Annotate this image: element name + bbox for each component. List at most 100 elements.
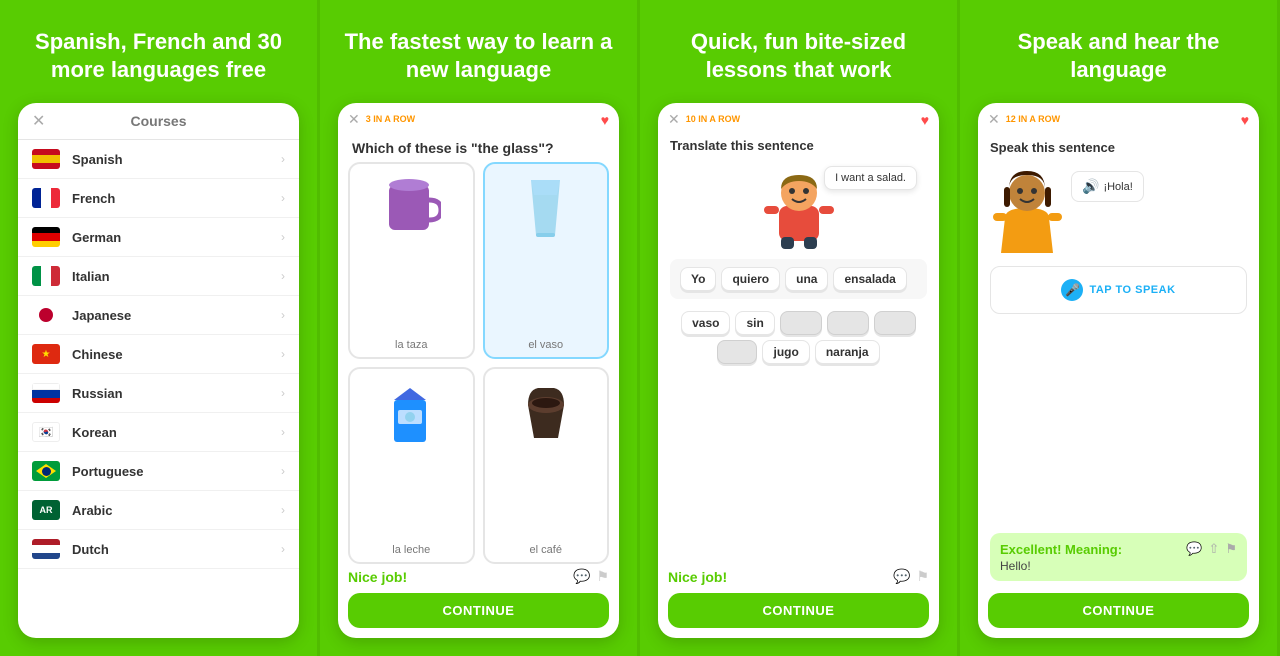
continue-button-3[interactable]: CONTINUE [668, 593, 929, 628]
phone-frame-4: ✕ 12 IN A ROW ♥ Speak this sentence [978, 103, 1259, 638]
course-item-russian[interactable]: Russian › [18, 374, 299, 413]
excellent-meaning: Hello! [1000, 559, 1237, 573]
speak-mic-icon: 🔊 [1082, 178, 1099, 195]
speak-footer: CONTINUE [978, 593, 1259, 638]
tap-to-speak-area[interactable]: 🎤 TAP TO SPEAK [990, 266, 1247, 314]
quiz-option-cup[interactable]: la taza [348, 162, 475, 359]
chat-icon[interactable]: 💬 [573, 568, 590, 585]
speech-bubble: I want a salad. [824, 166, 917, 190]
panel-fastest: The fastest way to learn a new language … [320, 0, 640, 656]
chip-quiero[interactable]: quiero [721, 267, 780, 291]
course-item-dutch[interactable]: Dutch › [18, 530, 299, 569]
course-name-chinese: Chinese [72, 347, 281, 362]
phone-frame-2: ✕ 3 IN A ROW ♥ Which of these is "the gl… [338, 103, 619, 638]
chat-icon-4[interactable]: 💬 [1186, 541, 1202, 557]
course-name-arabic: Arabic [72, 503, 281, 518]
close-icon-3[interactable]: ✕ [668, 111, 680, 128]
flag-arabic: AR [32, 500, 60, 520]
chevron-icon: › [281, 191, 285, 205]
course-item-arabic[interactable]: AR Arabic › [18, 491, 299, 530]
course-item-portuguese[interactable]: Portuguese › [18, 452, 299, 491]
quiz-top-bar: ✕ 3 IN A ROW ♥ [338, 103, 619, 132]
chip-yo[interactable]: Yo [680, 267, 716, 291]
bank-chip-vaso[interactable]: vaso [681, 311, 730, 335]
panel4-title: Speak and hear the language [978, 28, 1259, 83]
translate-footer: Nice job! 💬 ⚑ CONTINUE [658, 564, 939, 638]
flag-china: ★ [32, 344, 60, 364]
course-item-italian[interactable]: Italian › [18, 257, 299, 296]
carton-image [384, 377, 439, 447]
continue-button-2[interactable]: CONTINUE [348, 593, 609, 628]
phone-frame-1: ✕ Courses Spanish › Fre [18, 103, 299, 638]
flag-brazil [32, 461, 60, 481]
flag-japan [32, 305, 60, 325]
glass-image [523, 172, 568, 242]
flag-germany [32, 227, 60, 247]
panel-lessons: Quick, fun bite-sized lessons that work … [640, 0, 960, 656]
translate-top-bar: ✕ 10 IN A ROW ♥ [658, 103, 939, 132]
quiz-option-carton[interactable]: la leche [348, 367, 475, 564]
streak-badge-2: 3 IN A ROW [366, 114, 595, 124]
speak-bubble: 🔊 ¡Hola! [1071, 171, 1144, 202]
chevron-icon: › [281, 308, 285, 322]
panel3-title: Quick, fun bite-sized lessons that work [658, 28, 939, 83]
bank-chip-naranja[interactable]: naranja [815, 340, 880, 364]
share-icon[interactable]: ⇧ [1208, 541, 1219, 557]
answer-chips-area: Yo quiero una ensalada [670, 259, 927, 299]
excellent-box: Excellent! Meaning: 💬 ⇧ ⚑ Hello! [990, 533, 1247, 581]
quiz-footer: Nice job! 💬 ⚑ CONTINUE [338, 564, 619, 638]
flag-dutch [32, 539, 60, 559]
nice-job-label-3: Nice job! [668, 569, 893, 585]
close-icon-4[interactable]: ✕ [988, 111, 1000, 128]
course-item-chinese[interactable]: ★ Chinese › [18, 335, 299, 374]
course-item-spanish[interactable]: Spanish › [18, 140, 299, 179]
speak-area: Speak this sentence [978, 132, 1259, 593]
flag-spain [32, 149, 60, 169]
panel-speak: Speak and hear the language ✕ 12 IN A RO… [960, 0, 1280, 656]
tap-label: TAP TO SPEAK [1089, 284, 1175, 296]
quiz-option-coffee[interactable]: el café [483, 367, 610, 564]
flag-report-icon-3[interactable]: ⚑ [916, 568, 929, 585]
chat-icon-3[interactable]: 💬 [893, 568, 910, 585]
chevron-icon: › [281, 347, 285, 361]
chevron-icon: › [281, 230, 285, 244]
chevron-icon: › [281, 152, 285, 166]
panel2-title: The fastest way to learn a new language [338, 28, 619, 83]
flag-icon-4[interactable]: ⚑ [1225, 541, 1237, 557]
flag-report-icon[interactable]: ⚑ [596, 568, 609, 585]
bank-chip-blank4 [717, 340, 757, 364]
course-item-japanese[interactable]: Japanese › [18, 296, 299, 335]
flag-france [32, 188, 60, 208]
chip-ensalada[interactable]: ensalada [833, 267, 906, 291]
quiz-options-grid: la taza el vaso [338, 162, 619, 564]
quiz-question: Which of these is "the glass"? [338, 132, 619, 162]
excellent-header: Excellent! Meaning: 💬 ⇧ ⚑ [1000, 541, 1237, 557]
course-item-korean[interactable]: 🇰🇷 Korean › [18, 413, 299, 452]
panel1-title: Spanish, French and 30 more languages fr… [18, 28, 299, 83]
nice-job-row: Nice job! 💬 ⚑ [348, 564, 609, 589]
close-icon[interactable]: ✕ [32, 111, 45, 131]
bank-chip-jugo[interactable]: jugo [762, 340, 809, 364]
bank-chip-sin[interactable]: sin [735, 311, 774, 335]
coffee-image [518, 377, 573, 447]
footer-icons: 💬 ⚑ [573, 568, 609, 585]
continue-button-4[interactable]: CONTINUE [988, 593, 1249, 628]
character-area: I want a salad. [670, 161, 927, 251]
nice-job-row-3: Nice job! 💬 ⚑ [668, 564, 929, 589]
coffee-label: el café [530, 544, 562, 556]
word-bank: vaso sin ___ ___ ___ jugo naranja [670, 307, 927, 368]
carton-label: la leche [392, 544, 430, 556]
close-icon-2[interactable]: ✕ [348, 111, 360, 128]
cup-image [381, 172, 441, 242]
bank-chip-blank2: ___ [827, 311, 869, 335]
chevron-icon: › [281, 425, 285, 439]
course-item-german[interactable]: German › [18, 218, 299, 257]
quiz-option-glass[interactable]: el vaso [483, 162, 610, 359]
course-item-french[interactable]: French › [18, 179, 299, 218]
bank-chip-blank1: ___ [780, 311, 822, 335]
chevron-icon: › [281, 386, 285, 400]
chip-una[interactable]: una [785, 267, 828, 291]
footer-icons-3: 💬 ⚑ [893, 568, 929, 585]
bank-chip-blank3: ___ [874, 311, 916, 335]
course-name-russian: Russian [72, 386, 281, 401]
